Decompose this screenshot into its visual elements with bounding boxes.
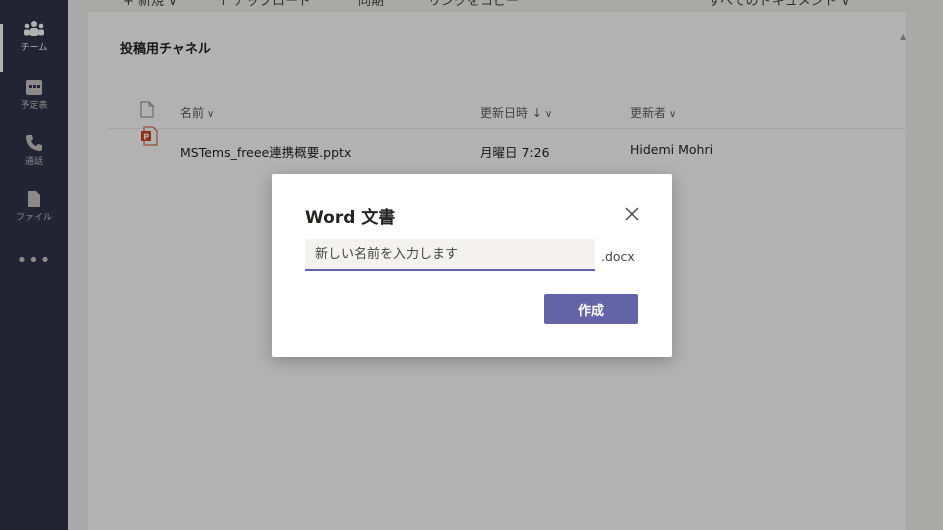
dialog-title: Word 文書 <box>305 208 396 228</box>
file-extension-label: .docx <box>601 249 635 264</box>
close-icon[interactable] <box>623 205 641 223</box>
document-name-input[interactable] <box>305 239 595 271</box>
new-word-document-dialog: Word 文書 .docx 作成 <box>272 174 672 357</box>
create-button[interactable]: 作成 <box>544 294 638 324</box>
